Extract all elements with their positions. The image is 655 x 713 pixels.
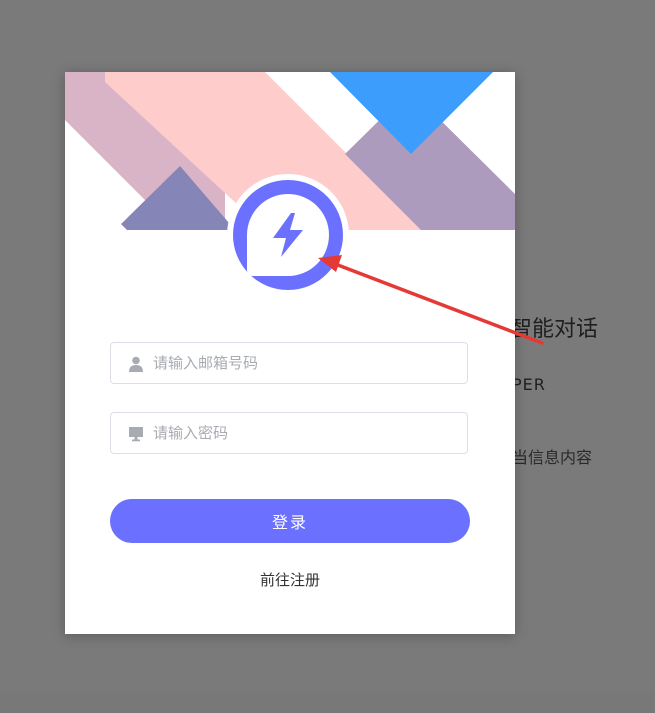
background-subtitle: PER	[512, 375, 546, 394]
email-field[interactable]	[110, 342, 468, 384]
background-title: 智能对话	[510, 317, 599, 342]
logo-circle	[233, 180, 343, 290]
monitor-icon	[128, 426, 144, 442]
background-description: 当信息内容	[512, 448, 593, 467]
background-bottom-strip	[0, 693, 655, 713]
email-input[interactable]	[153, 343, 453, 383]
password-field[interactable]	[110, 412, 468, 454]
password-input[interactable]	[153, 413, 453, 453]
user-icon	[128, 356, 144, 372]
login-button[interactable]: 登录	[110, 499, 470, 543]
login-dialog: 登录 前往注册	[65, 72, 515, 634]
register-link[interactable]: 前往注册	[65, 569, 515, 590]
lightning-chat-icon	[247, 194, 329, 276]
logo-avatar	[227, 174, 349, 296]
